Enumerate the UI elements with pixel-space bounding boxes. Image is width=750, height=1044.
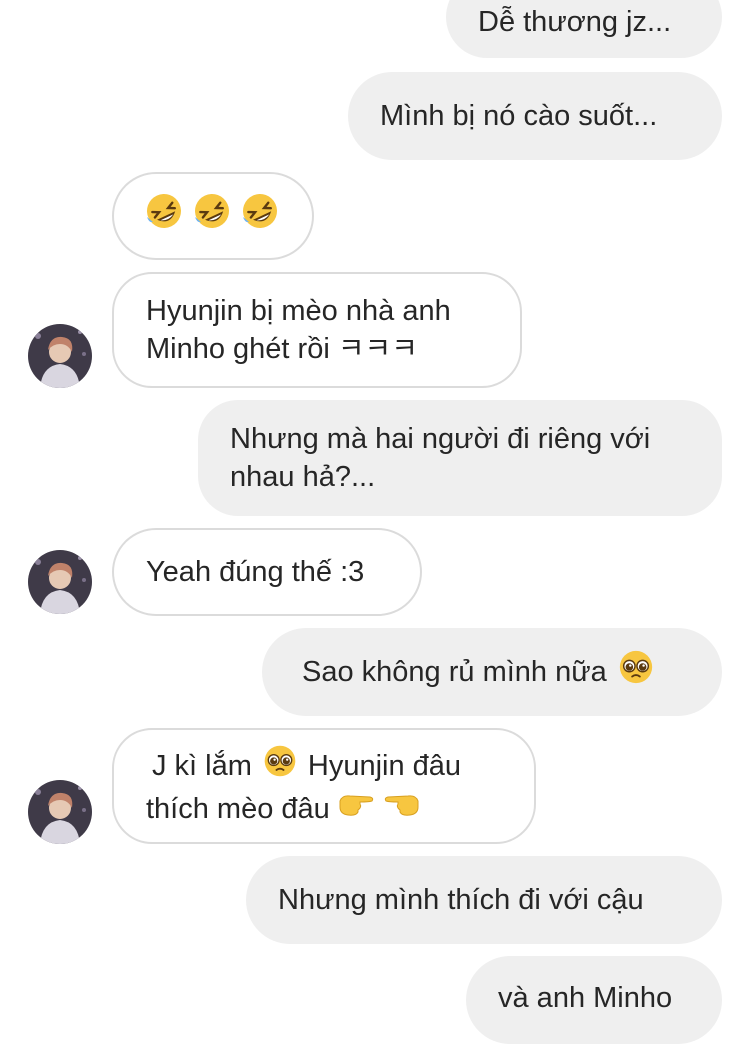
message-text: và anh Minho <box>498 982 673 1014</box>
message-text: Nhưng mình thích đi với cậu <box>278 884 644 916</box>
rolling-laughing-icon <box>192 191 232 241</box>
avatar[interactable] <box>28 550 92 614</box>
rolling-laughing-icon <box>144 191 184 241</box>
pleading-face-icon <box>617 648 655 696</box>
rolling-laughing-icon <box>240 191 280 241</box>
avatar[interactable] <box>28 780 92 844</box>
message-text: Mình bị nó cào suốt... <box>380 100 658 132</box>
pointing-left-icon <box>382 789 422 829</box>
message-text: Sao không rủ mình nữa <box>302 656 607 688</box>
avatar[interactable] <box>28 324 92 388</box>
message-bubble-sent[interactable]: Nhưng mà hai người đi riêng với nhau hả?… <box>198 400 722 516</box>
message-bubble-sent[interactable]: Sao không rủ mình nữa <box>262 628 722 716</box>
message-bubble-sent[interactable]: Nhưng mình thích đi với cậu <box>246 856 722 944</box>
pointing-right-icon <box>336 789 376 829</box>
message-bubble-received[interactable]: Hyunjin bị mèo nhà anh Minho ghét rồi ㅋㅋ… <box>112 272 522 388</box>
message-text: Nhưng mà hai người đi riêng với nhau hả?… <box>230 423 651 493</box>
message-text: Hyunjin bị mèo nhà anh Minho ghét rồi ㅋㅋ… <box>146 295 451 365</box>
message-bubble-received[interactable]: J kì lắm Hyunjin đâu thích mèo đâu <box>112 728 536 844</box>
message-text: J kì lắm <box>152 750 252 782</box>
message-bubble-received[interactable]: Yeah đúng thế :3 <box>112 528 422 616</box>
message-text: thích mèo đâu <box>146 793 330 825</box>
message-bubble-received[interactable] <box>112 172 314 260</box>
pleading-face-icon <box>262 743 298 789</box>
message-line: J kì lắm Hyunjin đâu <box>152 743 461 789</box>
message-text: Dễ thương jz... <box>478 6 672 38</box>
message-line: thích mèo đâu <box>146 789 422 829</box>
message-bubble-sent[interactable]: Mình bị nó cào suốt... <box>348 72 722 160</box>
message-bubble-sent[interactable]: Dễ thương jz... <box>446 0 722 58</box>
message-text: Hyunjin đâu <box>307 750 462 782</box>
message-text: Yeah đúng thế :3 <box>146 556 365 588</box>
message-bubble-sent[interactable]: và anh Minho <box>466 956 722 1044</box>
